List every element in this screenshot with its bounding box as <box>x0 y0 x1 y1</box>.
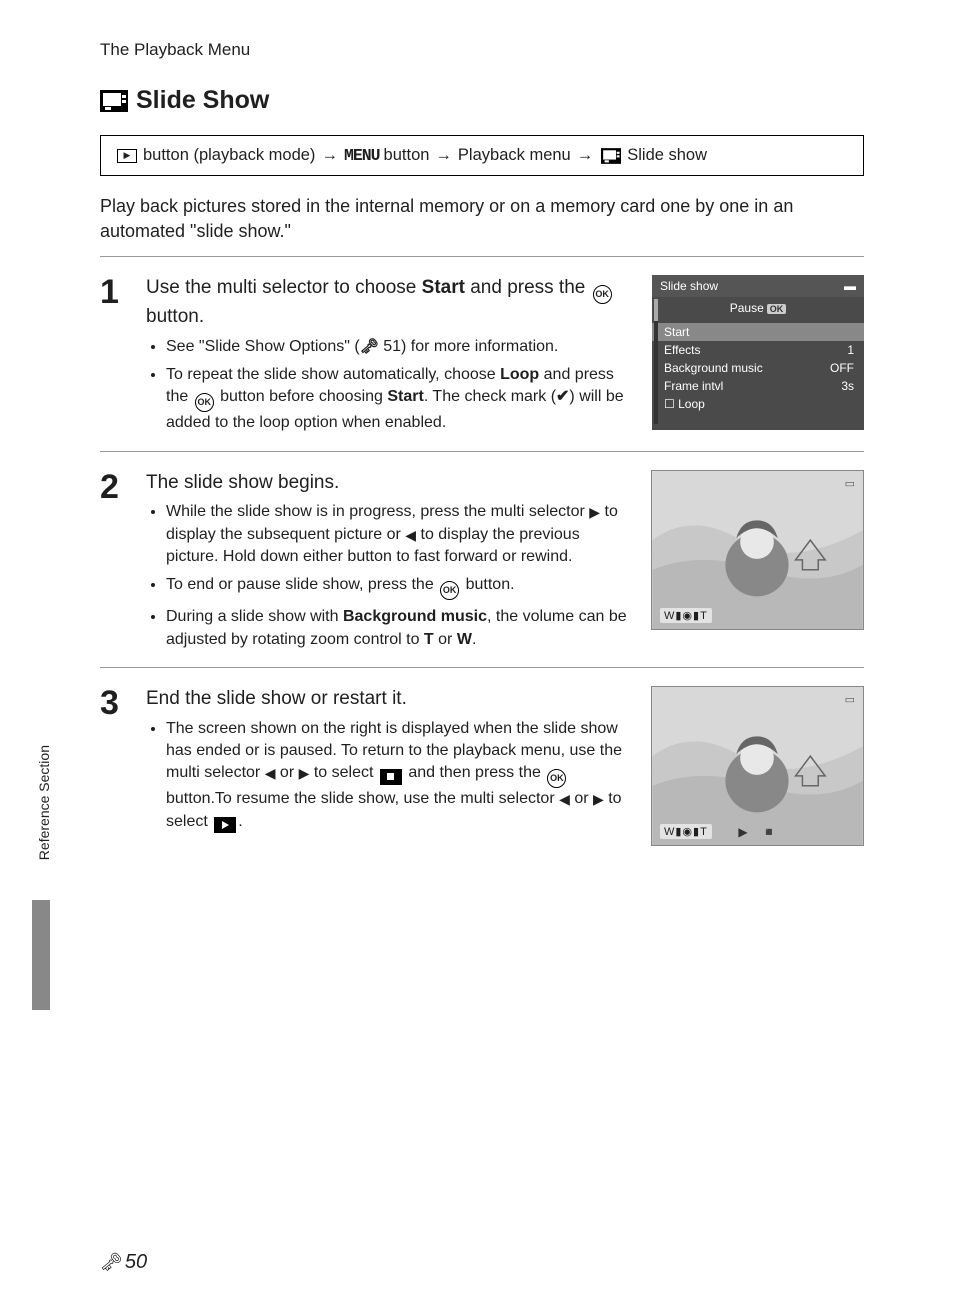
slide-show-icon <box>100 90 128 112</box>
reference-icon: 🗝 <box>100 1252 123 1273</box>
step-number: 2 <box>100 470 128 657</box>
step-heading: Use the multi selector to choose Start a… <box>146 275 634 329</box>
bullet: The screen shown on the right is display… <box>166 718 633 833</box>
zoom-indicator: W▮◉▮T <box>660 608 712 623</box>
step-number: 1 <box>100 275 128 440</box>
cam-menu-row: Start <box>652 323 864 341</box>
step-1: 1 Use the multi selector to choose Start… <box>100 267 864 440</box>
bullet: During a slide show with Background musi… <box>166 606 633 651</box>
reference-icon: 🗝 <box>360 338 379 355</box>
left-arrow-icon: ◀ <box>405 527 416 543</box>
step-number: 3 <box>100 686 128 846</box>
stop-icon: ◾ <box>762 825 777 839</box>
side-tab-label: Reference Section <box>36 745 52 860</box>
play-icon <box>214 817 236 833</box>
divider <box>100 256 864 257</box>
arrow-icon: → <box>433 146 454 165</box>
step-bullets: See "Slide Show Options" (🗝 51) for more… <box>146 336 634 435</box>
breadcrumb-part2b: button <box>384 146 430 165</box>
arrow-icon: → <box>319 146 340 165</box>
section-title: Slide Show <box>136 86 269 115</box>
ok-badge-icon: OK <box>767 304 787 314</box>
cam-menu-row: Background musicOFF <box>652 359 864 377</box>
step-heading: End the slide show or restart it. <box>146 686 633 712</box>
ok-button-icon: OK <box>593 285 612 304</box>
breadcrumb-part1: button (playback mode) <box>143 146 315 165</box>
left-arrow-icon: ◀ <box>265 765 276 781</box>
bullet: See "Slide Show Options" (🗝 51) for more… <box>166 336 634 358</box>
zoom-indicator: W▮◉▮T <box>660 824 712 839</box>
scroll-indicator <box>654 299 658 424</box>
breadcrumb-part4: Slide show <box>627 146 707 165</box>
bullet: To end or pause slide show, press the OK… <box>166 574 633 600</box>
breadcrumb-part3: Playback menu <box>458 146 571 165</box>
breadcrumb: ▶ button (playback mode) → MENU button →… <box>100 135 864 176</box>
playback-icon: ▶ <box>117 149 137 163</box>
cam-menu: Start Effects1 Background musicOFF Frame… <box>652 323 864 413</box>
menu-label: MENU <box>344 146 380 165</box>
step-bullets: The screen shown on the right is display… <box>146 718 633 833</box>
side-tab-bar <box>32 900 50 1010</box>
step-bullets: While the slide show is in progress, pre… <box>146 501 633 651</box>
divider <box>100 451 864 452</box>
step-heading: The slide show begins. <box>146 470 633 496</box>
play-icon: ▶ <box>738 825 747 839</box>
page-footer: 🗝 50 <box>100 1251 147 1274</box>
step-3: 3 End the slide show or restart it. The … <box>100 678 864 846</box>
step-2: 2 The slide show begins. While the slide… <box>100 462 864 657</box>
right-arrow-icon: ▶ <box>593 791 604 807</box>
slide-show-icon <box>601 148 621 164</box>
cam-menu-row: Frame intvl3s <box>652 377 864 395</box>
arrow-icon: → <box>575 146 596 165</box>
ok-button-icon: OK <box>440 581 459 600</box>
right-arrow-icon: ▶ <box>299 765 310 781</box>
left-arrow-icon: ◀ <box>559 791 570 807</box>
cam-menu-row: ☐ Loop <box>652 395 864 413</box>
photo-preview: ▭ W▮◉▮T ▶ ◾ <box>651 686 864 846</box>
intro-text: Play back pictures stored in the interna… <box>100 194 864 244</box>
ok-button-icon: OK <box>547 769 566 788</box>
camera-screen-mock: Slide show ▬ PauseOK Start Effects1 Back… <box>652 275 864 430</box>
battery-icon: ▭ <box>845 693 855 706</box>
play-stop-controls: ▶ ◾ <box>738 825 776 839</box>
bullet: To repeat the slide show automatically, … <box>166 364 634 435</box>
ok-button-icon: OK <box>195 393 214 412</box>
cam-title: Slide show <box>660 279 718 293</box>
chapter-header: The Playback Menu <box>100 40 864 60</box>
bullet: While the slide show is in progress, pre… <box>166 501 633 568</box>
checkmark-icon: ✔ <box>556 388 569 405</box>
cam-menu-row: Effects1 <box>652 341 864 359</box>
section-title-row: Slide Show <box>100 86 864 115</box>
stop-icon <box>380 769 402 785</box>
photo-preview: ▭ W▮◉▮T <box>651 470 864 630</box>
page-number: 50 <box>125 1251 147 1274</box>
right-arrow-icon: ▶ <box>589 504 600 520</box>
battery-icon: ▭ <box>845 477 855 490</box>
battery-icon: ▬ <box>844 279 856 293</box>
divider <box>100 667 864 668</box>
cam-pause-label: Pause <box>730 301 764 315</box>
